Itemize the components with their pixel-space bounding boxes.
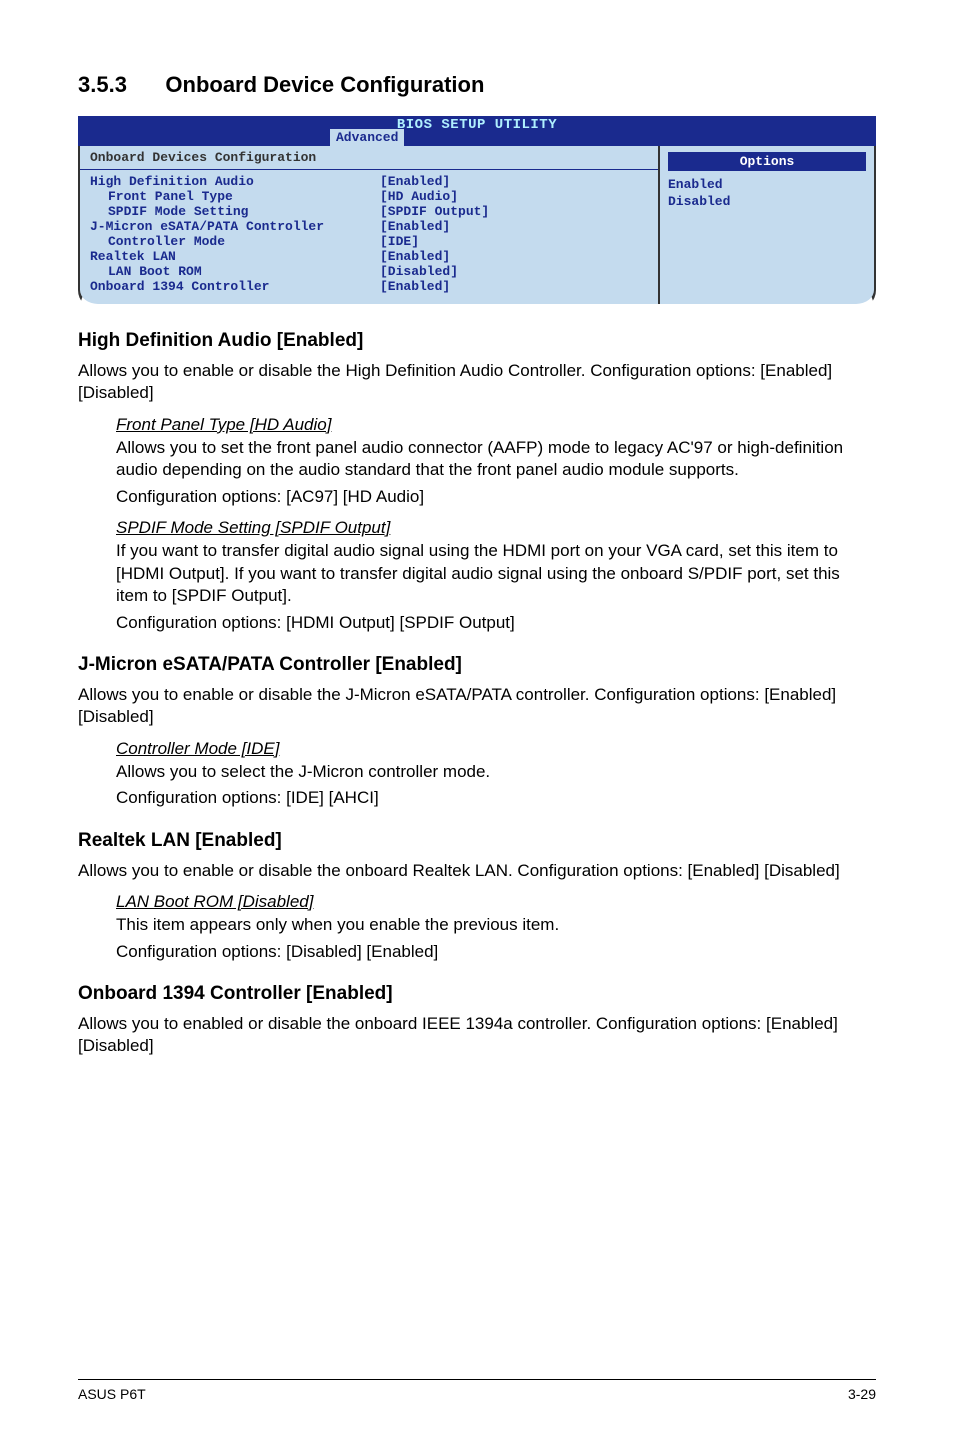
heading-high-def-audio: High Definition Audio [Enabled] [78,330,876,352]
subheading-controller-mode: Controller Mode [IDE] [116,739,876,759]
footer-right: 3-29 [848,1386,876,1402]
paragraph: Configuration options: [AC97] [HD Audio] [116,486,876,508]
bios-row: Onboard 1394 Controller[Enabled] [90,279,648,294]
bios-row: J-Micron eSATA/PATA Controller[Enabled] [90,219,648,234]
bios-tab-advanced: Advanced [330,129,404,146]
paragraph: Allows you to enable or disable the High… [78,360,876,405]
bios-row-value: [Enabled] [380,174,450,189]
bios-title: BIOS SETUP UTILITY [397,117,557,133]
bios-row-value: [Disabled] [380,264,458,279]
paragraph: Configuration options: [Disabled] [Enabl… [116,941,876,963]
section-number: 3.5.3 [78,72,127,98]
paragraph: Allows you to enabled or disable the onb… [78,1013,876,1058]
paragraph: Configuration options: [HDMI Output] [SP… [116,612,876,634]
bios-row-value: [HD Audio] [380,189,458,204]
paragraph: Configuration options: [IDE] [AHCI] [116,787,876,809]
bios-row-label: J-Micron eSATA/PATA Controller [90,219,380,234]
bios-row-label: Front Panel Type [90,189,380,204]
heading-onboard-1394: Onboard 1394 Controller [Enabled] [78,983,876,1005]
bios-row-value: [IDE] [380,234,419,249]
paragraph: If you want to transfer digital audio si… [116,540,876,607]
paragraph: This item appears only when you enable t… [116,914,876,936]
heading-realtek-lan: Realtek LAN [Enabled] [78,830,876,852]
bios-row-label: SPDIF Mode Setting [90,204,380,219]
footer-left: ASUS P6T [78,1386,146,1402]
section-title: Onboard Device Configuration [165,72,484,98]
heading-jmicron: J-Micron eSATA/PATA Controller [Enabled] [78,654,876,676]
bios-row-label: High Definition Audio [90,174,380,189]
bios-row-value: [SPDIF Output] [380,204,489,219]
paragraph: Allows you to select the J-Micron contro… [116,761,876,783]
bios-row-label: Onboard 1394 Controller [90,279,380,294]
bios-row-label: Controller Mode [90,234,380,249]
subheading-spdif: SPDIF Mode Setting [SPDIF Output] [116,518,876,538]
bios-row: SPDIF Mode Setting[SPDIF Output] [90,204,648,219]
bios-row: Controller Mode[IDE] [90,234,648,249]
bios-panel-title: Onboard Devices Configuration [80,146,658,170]
paragraph: Allows you to enable or disable the J-Mi… [78,684,876,729]
bios-row-value: [Enabled] [380,249,450,264]
bios-row-value: [Enabled] [380,219,450,234]
paragraph: Allows you to set the front panel audio … [116,437,876,482]
bios-option: Enabled [668,177,866,194]
subheading-lan-boot-rom: LAN Boot ROM [Disabled] [116,892,876,912]
bios-row: LAN Boot ROM[Disabled] [90,264,648,279]
bios-screenshot: BIOS SETUP UTILITY Advanced Onboard Devi… [78,116,876,310]
bios-row: Front Panel Type[HD Audio] [90,189,648,204]
bios-row-label: Realtek LAN [90,249,380,264]
bios-row-label: LAN Boot ROM [90,264,380,279]
paragraph: Allows you to enable or disable the onbo… [78,860,876,882]
subheading-front-panel: Front Panel Type [HD Audio] [116,415,876,435]
bios-option: Disabled [668,194,866,211]
bios-row: High Definition Audio[Enabled] [90,174,648,189]
bios-row: Realtek LAN[Enabled] [90,249,648,264]
bios-options-header: Options [668,152,866,171]
bios-row-value: [Enabled] [380,279,450,294]
